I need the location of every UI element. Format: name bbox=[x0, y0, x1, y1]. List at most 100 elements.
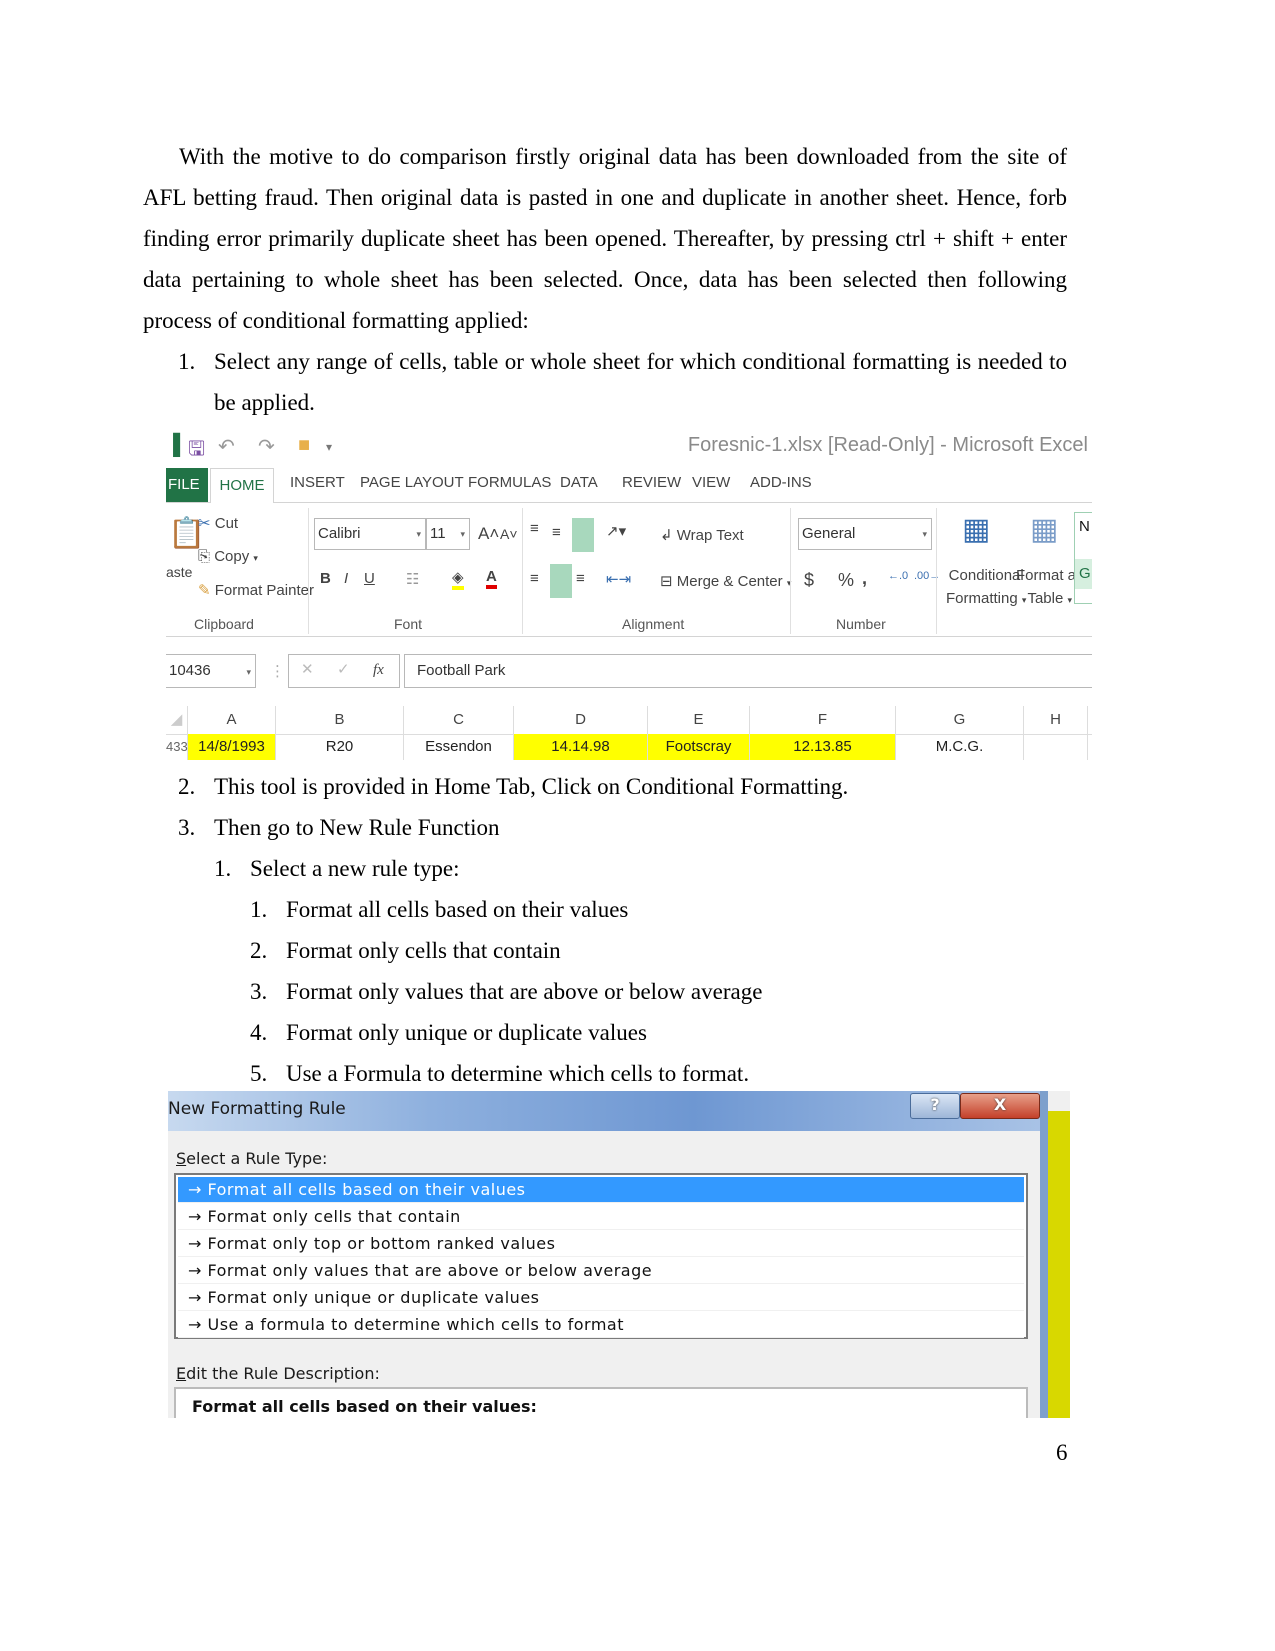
percent-button[interactable]: % bbox=[838, 570, 854, 591]
increase-decimal-icon[interactable]: ←.0 bbox=[888, 570, 908, 582]
rule-type-list[interactable]: → Format all cells based on their values… bbox=[174, 1173, 1028, 1339]
formula-input[interactable]: Football Park bbox=[404, 654, 1092, 688]
increase-font-icon[interactable]: A˄ bbox=[478, 524, 499, 544]
rule-type-option[interactable]: → Format only top or bottom ranked value… bbox=[178, 1231, 1024, 1257]
cancel-icon[interactable]: ✕ bbox=[301, 655, 314, 685]
column-header[interactable]: G bbox=[896, 706, 1024, 734]
step-number: 2. bbox=[178, 774, 196, 799]
rule-type-option[interactable]: → Format only values that are above or b… bbox=[178, 1258, 1024, 1284]
mnemonic: S bbox=[176, 1149, 187, 1168]
cell-e[interactable]: Footscray bbox=[648, 734, 750, 760]
tab-file[interactable]: FILE bbox=[166, 468, 208, 502]
comma-button[interactable]: , bbox=[862, 568, 867, 589]
item-number: 3. bbox=[250, 979, 268, 1004]
grip-icon: ⋮ bbox=[270, 663, 285, 680]
group-separator bbox=[790, 508, 791, 634]
rule-type-option[interactable]: → Format all cells based on their values bbox=[178, 1177, 1024, 1203]
ribbon-bottom-border bbox=[166, 636, 1092, 637]
cell-d[interactable]: 14.14.98 bbox=[514, 734, 648, 760]
merge-center-button[interactable]: ⊟ Merge & Center ▾ bbox=[660, 572, 791, 590]
column-header[interactable]: A bbox=[188, 706, 276, 734]
middle-align-icon[interactable]: ≡ bbox=[552, 524, 561, 541]
tab-review[interactable]: REVIEW bbox=[622, 474, 681, 491]
help-button[interactable]: ? bbox=[910, 1093, 960, 1119]
rule-type-option[interactable]: → Use a formula to determine which cells… bbox=[178, 1312, 1024, 1338]
column-header[interactable]: D bbox=[514, 706, 648, 734]
item-number: 1. bbox=[250, 897, 268, 922]
dialog-title: New Formatting Rule bbox=[168, 1099, 346, 1119]
top-align-icon[interactable]: ≡ bbox=[530, 520, 539, 537]
tab-insert[interactable]: INSERT bbox=[290, 474, 345, 491]
conditional-formatting-button[interactable]: Conditional Formatting ▾ bbox=[946, 564, 1026, 612]
format-painter-button[interactable]: ✎ Format Painter bbox=[198, 581, 314, 599]
font-color-icon[interactable]: A bbox=[486, 568, 497, 589]
row-header[interactable]: 433 bbox=[166, 734, 188, 760]
column-header[interactable]: C bbox=[404, 706, 514, 734]
font-name-select[interactable]: Calibri ▾ bbox=[314, 518, 426, 550]
paste-button[interactable]: aste bbox=[166, 564, 192, 580]
step-2: 2. This tool is provided in Home Tab, Cli… bbox=[178, 766, 848, 807]
save-icon[interactable]: 🖫 bbox=[188, 434, 205, 468]
underline-button[interactable]: U bbox=[364, 570, 375, 587]
align-left-icon[interactable]: ≡ bbox=[530, 570, 539, 587]
decrease-font-icon[interactable]: A˅ bbox=[500, 526, 518, 542]
conditional-formatting-icon: ▦ bbox=[962, 513, 991, 546]
cell-h[interactable] bbox=[1024, 734, 1088, 760]
indent-icons[interactable]: ⇤⇥ bbox=[606, 570, 631, 588]
page-number: 6 bbox=[1056, 1440, 1068, 1465]
tab-home[interactable]: HOME bbox=[210, 468, 274, 503]
chevron-down-icon: ▾ bbox=[246, 667, 251, 677]
rule-type-option[interactable]: → Format only cells that contain bbox=[178, 1204, 1024, 1230]
cell-c[interactable]: Essendon bbox=[404, 734, 514, 760]
item-text: Format only cells that contain bbox=[286, 938, 561, 963]
redo-icon[interactable]: ↷ bbox=[258, 434, 275, 459]
name-box[interactable]: 10436 ▾ bbox=[166, 654, 256, 688]
cell-g[interactable]: M.C.G. bbox=[896, 734, 1024, 760]
column-header[interactable]: F bbox=[750, 706, 896, 734]
customize-qat-icon[interactable]: ▾ bbox=[326, 440, 332, 454]
currency-button[interactable]: $ bbox=[804, 570, 814, 591]
cell-styles-gallery[interactable]: N G bbox=[1074, 512, 1092, 604]
rule-type-item: 5. Use a Formula to determine which cells… bbox=[250, 1053, 749, 1094]
option-label: Format only cells that contain bbox=[207, 1207, 461, 1226]
cut-button[interactable]: ✂ Cut bbox=[198, 514, 238, 532]
chevron-down-icon: ▾ bbox=[922, 529, 927, 539]
bold-button[interactable]: B bbox=[320, 570, 331, 587]
tab-add-ins[interactable]: ADD-INS bbox=[750, 474, 812, 491]
cell-f[interactable]: 12.13.85 bbox=[750, 734, 896, 760]
close-button[interactable]: X bbox=[960, 1093, 1040, 1119]
orientation-icon[interactable]: ↗▾ bbox=[606, 522, 626, 540]
rule-type-option[interactable]: → Format only unique or duplicate values bbox=[178, 1285, 1024, 1311]
undo-icon[interactable]: ↶ bbox=[218, 434, 235, 459]
insert-function-icon[interactable]: fx bbox=[373, 655, 384, 685]
number-format-select[interactable]: General ▾ bbox=[798, 518, 932, 550]
copy-button[interactable]: ⎘ Copy ▾ bbox=[198, 548, 258, 565]
enter-icon[interactable]: ✓ bbox=[337, 655, 350, 685]
align-right-icon[interactable]: ≡ bbox=[576, 570, 585, 587]
borders-icon[interactable]: ☷ bbox=[406, 570, 419, 588]
rule-type-item: 3. Format only values that are above or b… bbox=[250, 971, 762, 1012]
align-center-button[interactable] bbox=[550, 564, 572, 598]
intro-paragraph: With the motive to do comparison firstly… bbox=[143, 136, 1067, 341]
column-header[interactable]: B bbox=[276, 706, 404, 734]
italic-button[interactable]: I bbox=[344, 570, 348, 587]
alignment-group-label: Alignment bbox=[622, 616, 685, 632]
tab-data[interactable]: DATA bbox=[560, 474, 598, 491]
fill-color-icon[interactable]: ◈ bbox=[452, 568, 464, 590]
wrap-text-label: Wrap Text bbox=[676, 527, 744, 544]
cell-b[interactable]: R20 bbox=[276, 734, 404, 760]
open-folder-icon[interactable]: ■ bbox=[298, 434, 310, 457]
item-number: 2. bbox=[250, 938, 268, 963]
tab-page-layout[interactable]: PAGE LAYOUT bbox=[360, 474, 464, 491]
bottom-align-button[interactable] bbox=[572, 518, 594, 552]
column-header[interactable]: H bbox=[1024, 706, 1088, 734]
tab-view[interactable]: VIEW bbox=[692, 474, 730, 491]
font-size-select[interactable]: 11 ▾ bbox=[426, 518, 470, 550]
wrap-text-button[interactable]: ↲ Wrap Text bbox=[660, 526, 744, 544]
item-number: 5. bbox=[250, 1061, 268, 1086]
column-header[interactable]: E bbox=[648, 706, 750, 734]
select-all-corner[interactable]: ◢ bbox=[166, 706, 188, 734]
cell-a[interactable]: 14/8/1993 bbox=[188, 734, 276, 760]
tab-formulas[interactable]: FORMULAS bbox=[468, 474, 551, 491]
conditional-formatting-label-2: Formatting bbox=[946, 590, 1018, 607]
